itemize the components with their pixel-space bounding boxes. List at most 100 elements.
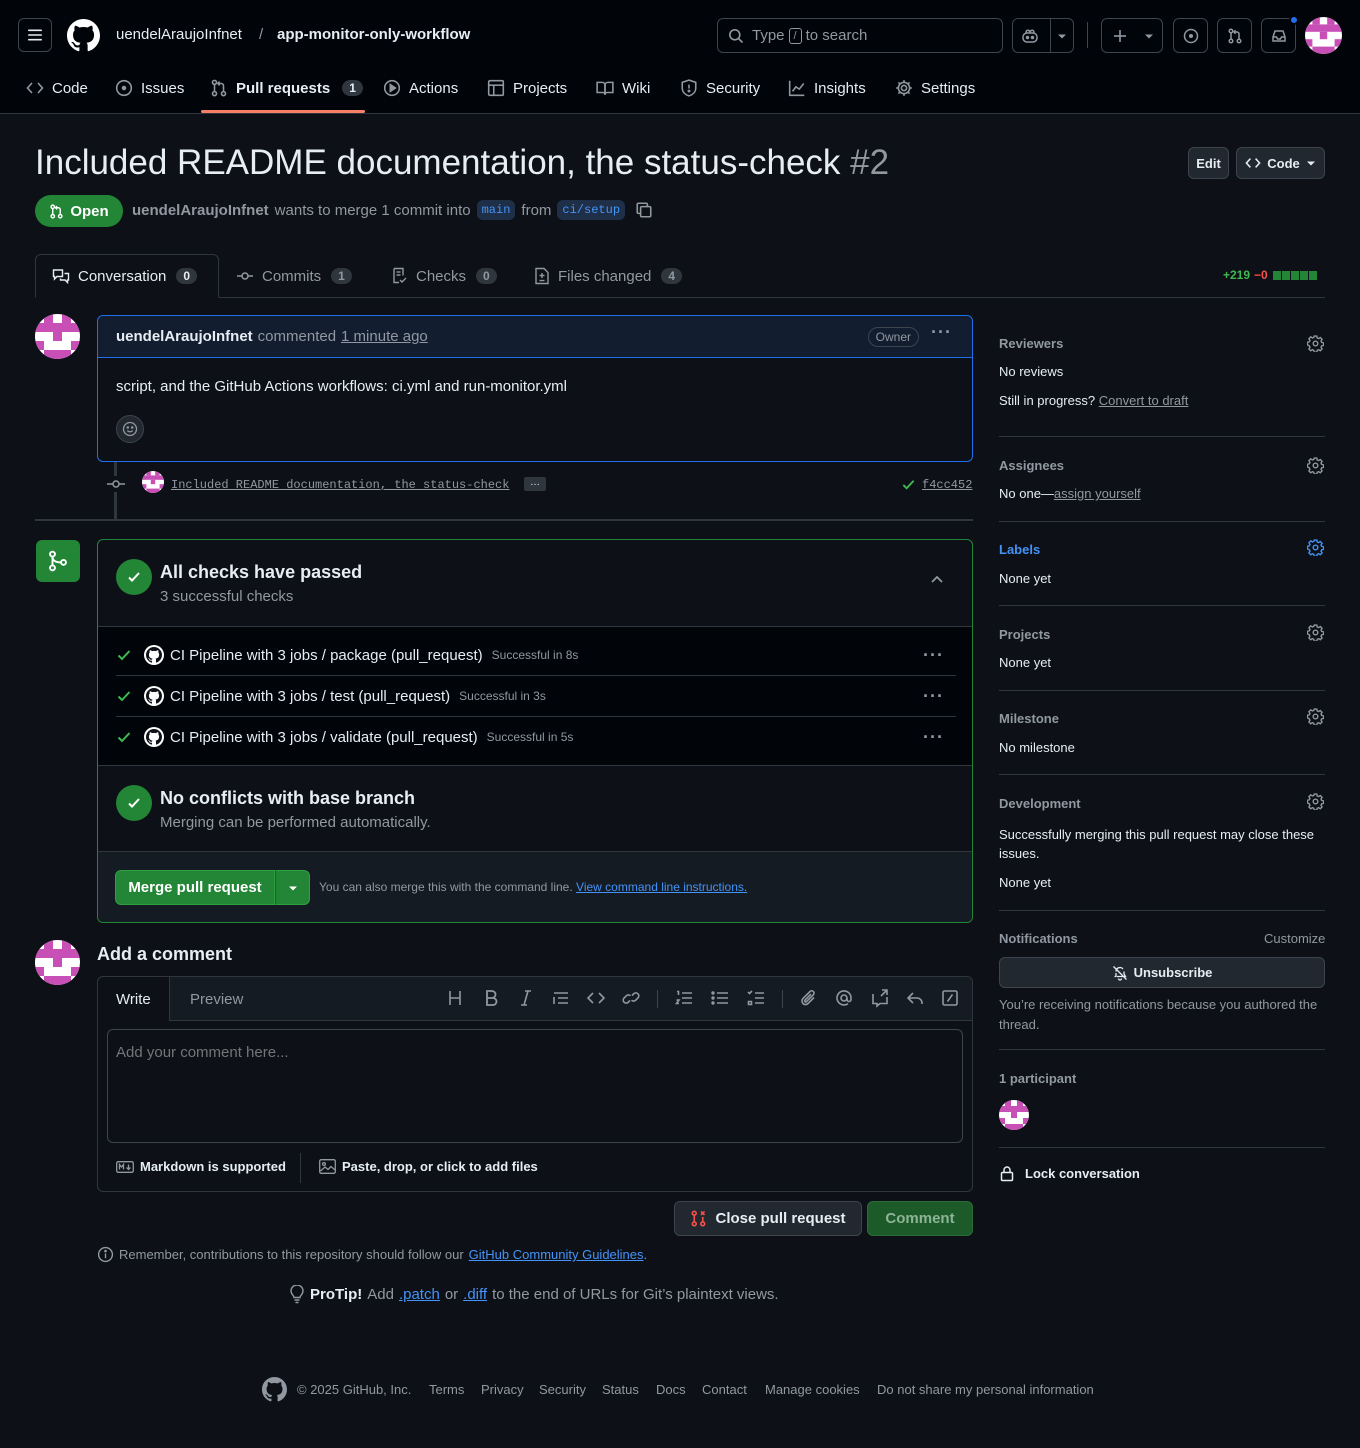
copy-icon[interactable] [635,201,653,219]
gear-icon[interactable] [1307,457,1324,474]
reviewers-heading[interactable]: Reviewers [999,336,1063,351]
nav-pull-requests[interactable]: Pull requests 1 [210,70,363,106]
milestone-value: No milestone [999,740,1075,755]
comment-author[interactable]: uendelAraujoInfnet [116,328,253,345]
tab-files-changed[interactable]: Files changed 4 [518,254,698,298]
commit-sha-link[interactable]: f4cc452 [922,478,972,492]
markdown-hint[interactable]: Markdown is supported [116,1159,286,1174]
merge-pull-request-button[interactable]: Merge pull request [115,870,275,905]
nav-settings[interactable]: Settings [895,70,975,106]
user-avatar[interactable] [1305,17,1342,54]
cross-reference-icon[interactable] [871,988,889,1008]
copilot-button[interactable] [1012,18,1074,53]
customize-link[interactable]: Customize [1264,931,1325,946]
code-dropdown-button[interactable]: Code [1236,147,1325,179]
gear-icon[interactable] [1307,539,1324,556]
footer-link-security[interactable]: Security [539,1382,586,1397]
attach-files-button[interactable]: Paste, drop, or click to add files [319,1159,538,1174]
breadcrumb-repo[interactable]: app-monitor-only-workflow [277,26,470,43]
italic-icon[interactable] [518,988,534,1008]
commit-expand-button[interactable]: … [524,477,546,491]
labels-heading[interactable]: Labels [999,542,1040,557]
github-logo-icon[interactable] [67,19,100,52]
participant-avatar[interactable] [999,1100,1029,1130]
task-list-icon[interactable] [747,988,765,1008]
tab-commits[interactable]: Commits 1 [220,254,368,298]
nav-security[interactable]: Security [680,70,760,106]
bold-icon[interactable] [483,988,499,1008]
chevron-up-icon[interactable] [930,574,944,584]
nav-issues[interactable]: Issues [115,70,184,106]
cli-instructions-link[interactable]: View command line instructions. [576,880,747,894]
pull-requests-button[interactable] [1217,18,1252,53]
tab-write[interactable]: Write [97,976,170,1021]
search-input[interactable]: Type / to search [717,18,1003,53]
unordered-list-icon[interactable] [711,988,729,1008]
tab-preview[interactable]: Preview [172,977,261,1021]
add-reaction-button[interactable] [116,415,144,443]
gear-icon[interactable] [1307,335,1324,352]
edit-title-button[interactable]: Edit [1188,147,1229,179]
footer-link-terms[interactable]: Terms [429,1382,464,1397]
close-pull-request-button[interactable]: Close pull request [674,1201,862,1236]
commit-author-avatar[interactable] [142,471,164,493]
check-row[interactable]: CI Pipeline with 3 jobs / validate (pull… [116,717,956,757]
github-logo-icon[interactable] [262,1377,287,1402]
footer-link-do-not-share[interactable]: Do not share my personal information [877,1382,1094,1397]
comment-submit-button[interactable]: Comment [867,1201,973,1236]
head-branch[interactable]: ci/setup [557,200,626,220]
tab-checks[interactable]: Checks 0 [376,254,513,298]
nav-projects[interactable]: Projects [487,70,567,106]
community-guidelines-link[interactable]: GitHub Community Guidelines [469,1247,644,1262]
comment-author-avatar[interactable] [35,314,80,359]
check-row[interactable]: CI Pipeline with 3 jobs / test (pull_req… [116,676,956,716]
footer-link-privacy[interactable]: Privacy [481,1382,524,1397]
check-options-icon[interactable]: ··· [923,727,944,748]
ordered-list-icon[interactable] [675,988,693,1008]
create-new-button[interactable] [1101,18,1163,53]
comment-textarea[interactable] [107,1029,963,1143]
assign-yourself-link[interactable]: assign yourself [1054,486,1141,501]
tab-conversation[interactable]: Conversation 0 [35,254,219,298]
gear-icon[interactable] [1307,708,1324,725]
gear-icon[interactable] [1307,793,1324,810]
footer-link-status[interactable]: Status [602,1382,639,1397]
pr-author-link[interactable]: uendelAraujoInfnet [132,202,269,219]
footer-link-contact[interactable]: Contact [702,1382,747,1397]
development-heading[interactable]: Development [999,796,1081,811]
commit-message-link[interactable]: Included README documentation, the statu… [171,478,509,492]
nav-actions[interactable]: Actions [383,70,458,106]
quote-icon[interactable] [552,988,570,1008]
paperclip-icon[interactable] [800,988,818,1008]
breadcrumb-owner[interactable]: uendelAraujoInfnet [116,26,242,43]
menu-button[interactable] [18,18,52,52]
unsubscribe-button[interactable]: Unsubscribe [999,957,1325,988]
check-options-icon[interactable]: ··· [923,686,944,707]
nav-insights[interactable]: Insights [788,70,866,106]
link-icon[interactable] [622,988,640,1008]
assignees-heading[interactable]: Assignees [999,458,1064,473]
nav-wiki[interactable]: Wiki [596,70,650,106]
footer-link-manage-cookies[interactable]: Manage cookies [765,1382,860,1397]
merge-method-dropdown[interactable] [275,870,310,905]
heading-icon[interactable] [447,988,463,1008]
comment-options-icon[interactable]: ··· [931,322,952,343]
projects-heading[interactable]: Projects [999,627,1050,642]
mention-icon[interactable] [835,988,853,1008]
footer-link-docs[interactable]: Docs [656,1382,686,1397]
gear-icon[interactable] [1307,624,1324,641]
milestone-heading[interactable]: Milestone [999,711,1059,726]
convert-to-draft-link[interactable]: Convert to draft [1099,393,1189,408]
code-icon[interactable] [586,988,606,1008]
base-branch[interactable]: main [476,200,516,220]
lock-conversation-button[interactable]: Lock conversation [999,1165,1140,1182]
comment-timestamp[interactable]: 1 minute ago [341,328,428,345]
reply-icon[interactable] [906,988,924,1008]
issues-button[interactable] [1173,18,1208,53]
check-options-icon[interactable]: ··· [923,645,944,666]
nav-code[interactable]: Code [26,70,88,106]
slash-command-icon[interactable] [941,988,959,1008]
diff-link[interactable]: .diff [463,1286,487,1303]
patch-link[interactable]: .patch [399,1286,440,1303]
check-row[interactable]: CI Pipeline with 3 jobs / package (pull_… [116,635,956,675]
